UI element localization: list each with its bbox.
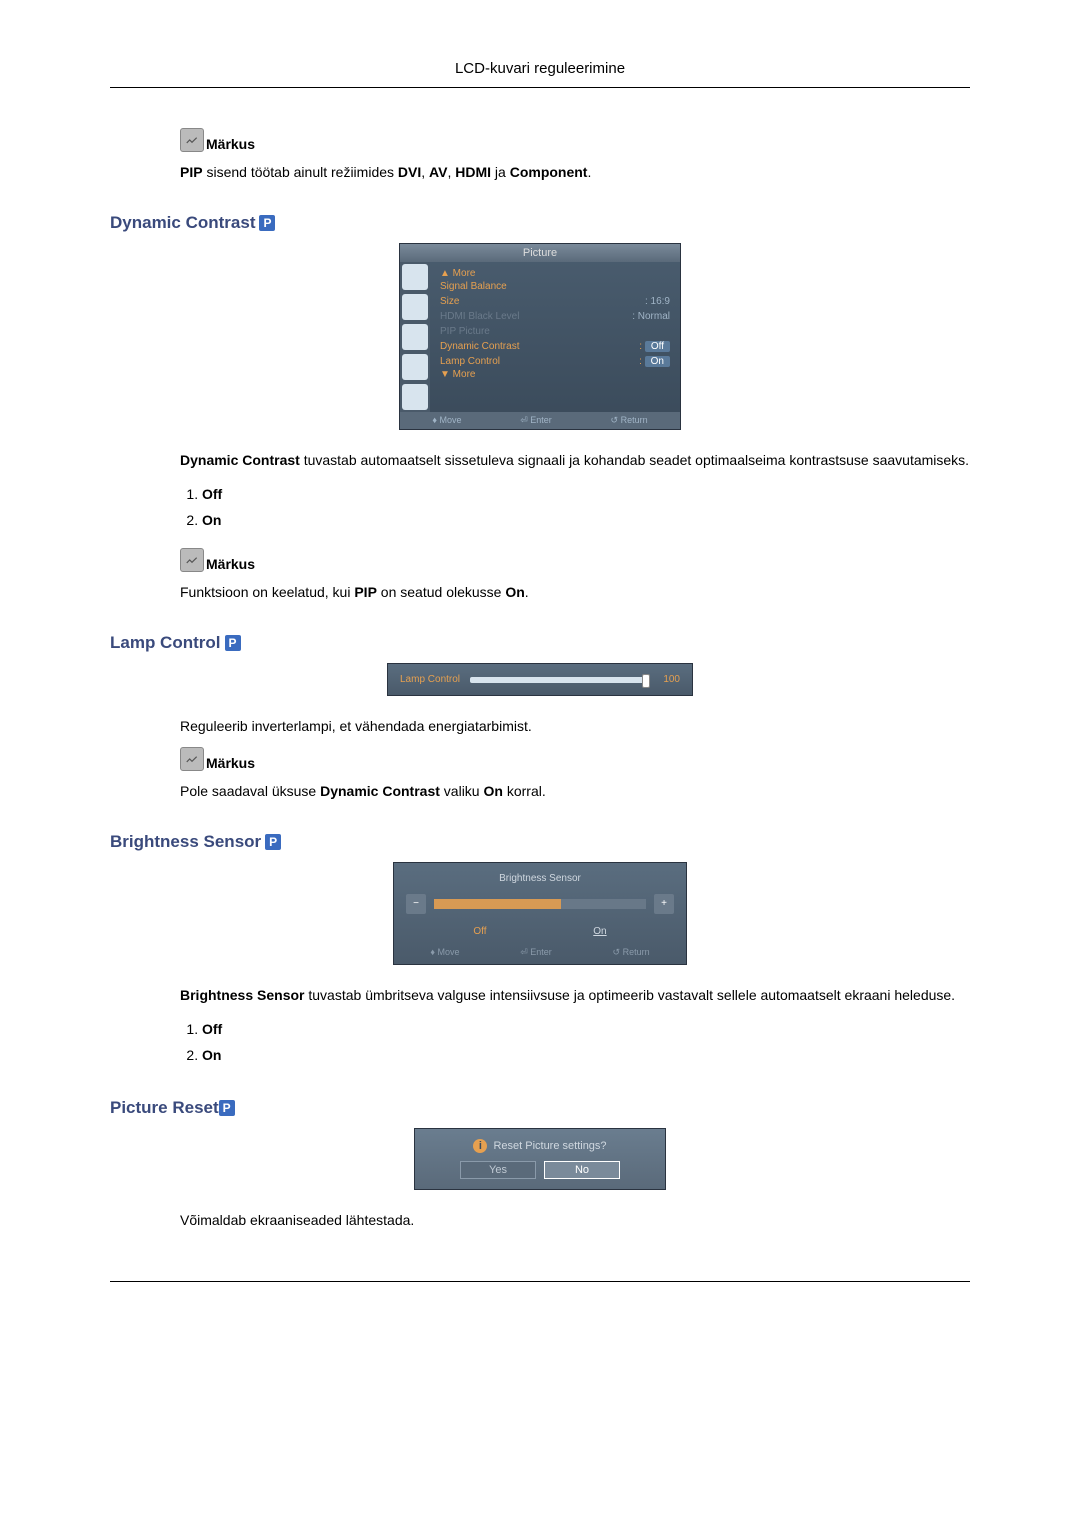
option-off: Off: [202, 481, 970, 507]
note-label: Märkus: [206, 556, 255, 572]
brightness-sensor-options: Off On: [180, 1016, 970, 1068]
note-block: Märkus: [180, 128, 970, 152]
note-label: Märkus: [206, 136, 255, 152]
heading-picture-reset: Picture ResetP: [110, 1098, 970, 1118]
osd-footer: ♦ Move ⏎ Enter ↺ Return: [400, 943, 680, 958]
dynamic-contrast-desc: Dynamic Contrast tuvastab automaatselt s…: [180, 450, 970, 471]
minus-button: −: [406, 894, 426, 914]
dynamic-contrast-note: Funktsioon on keelatud, kui PIP on seatu…: [180, 582, 970, 603]
lamp-control-note: Pole saadaval üksuse Dynamic Contrast va…: [180, 781, 970, 802]
p-icon: P: [225, 635, 241, 651]
osd-icon: [402, 384, 428, 410]
note-icon: [180, 128, 204, 152]
info-icon: i: [473, 1139, 487, 1153]
p-icon: P: [219, 1100, 235, 1116]
option-on: On: [202, 1042, 970, 1068]
osd-lamp-control: Lamp Control 100: [387, 663, 693, 696]
page-title: LCD-kuvari reguleerimine: [455, 60, 625, 77]
yes-button: Yes: [460, 1161, 536, 1179]
on-option: On: [593, 926, 606, 937]
no-button: No: [544, 1161, 620, 1179]
dynamic-contrast-options: Off On: [180, 481, 970, 533]
osd-icon: [402, 324, 428, 350]
off-option: Off: [473, 926, 486, 937]
osd-item: HDMI Black Level: Normal: [440, 309, 670, 324]
picture-reset-desc: Võimaldab ekraaniseaded lähtestada.: [180, 1210, 970, 1231]
note-icon: [180, 548, 204, 572]
osd-item: Size: 16:9: [440, 294, 670, 309]
lamp-slider: [470, 677, 650, 683]
page-header: LCD-kuvari reguleerimine: [110, 60, 970, 88]
osd-picture-menu: Picture ▲ More Signal Balance Size: 16:9…: [399, 243, 681, 430]
footer-rule: [110, 1281, 970, 1282]
note-icon: [180, 747, 204, 771]
osd-brightness-sensor: Brightness Sensor − + Off On ♦ Move ⏎ En…: [393, 862, 687, 965]
heading-lamp-control: Lamp Control P: [110, 633, 970, 653]
plus-button: +: [654, 894, 674, 914]
brightness-sensor-desc: Brightness Sensor tuvastab ümbritseva va…: [180, 985, 970, 1006]
osd-item: Dynamic Contrast: Off: [440, 339, 670, 354]
p-icon: P: [265, 834, 281, 850]
reset-message: iReset Picture settings?: [425, 1139, 655, 1161]
osd-icon: [402, 354, 428, 380]
brightness-bar: [434, 899, 646, 909]
osd-item: Lamp Control: On: [440, 354, 670, 369]
heading-dynamic-contrast: Dynamic Contrast P: [110, 213, 970, 233]
note-block: Märkus: [180, 747, 970, 771]
note-block: Märkus: [180, 548, 970, 572]
option-on: On: [202, 507, 970, 533]
osd-item: PIP Picture: [440, 324, 670, 339]
osd-picture-reset: iReset Picture settings? Yes No: [414, 1128, 666, 1190]
osd-item: Signal Balance: [440, 279, 670, 294]
p-icon: P: [259, 215, 275, 231]
option-off: Off: [202, 1016, 970, 1042]
note-label: Märkus: [206, 755, 255, 771]
heading-brightness-sensor: Brightness Sensor P: [110, 832, 970, 852]
lamp-control-desc: Reguleerib inverterlampi, et vähendada e…: [180, 716, 970, 737]
pip-note-text: PIP sisend töötab ainult režiimides DVI,…: [180, 162, 970, 183]
osd-icon: [402, 264, 428, 290]
osd-side-icons: [400, 262, 430, 412]
osd-icon: [402, 294, 428, 320]
osd-footer: ♦ Move ⏎ Enter ↺ Return: [400, 412, 680, 429]
